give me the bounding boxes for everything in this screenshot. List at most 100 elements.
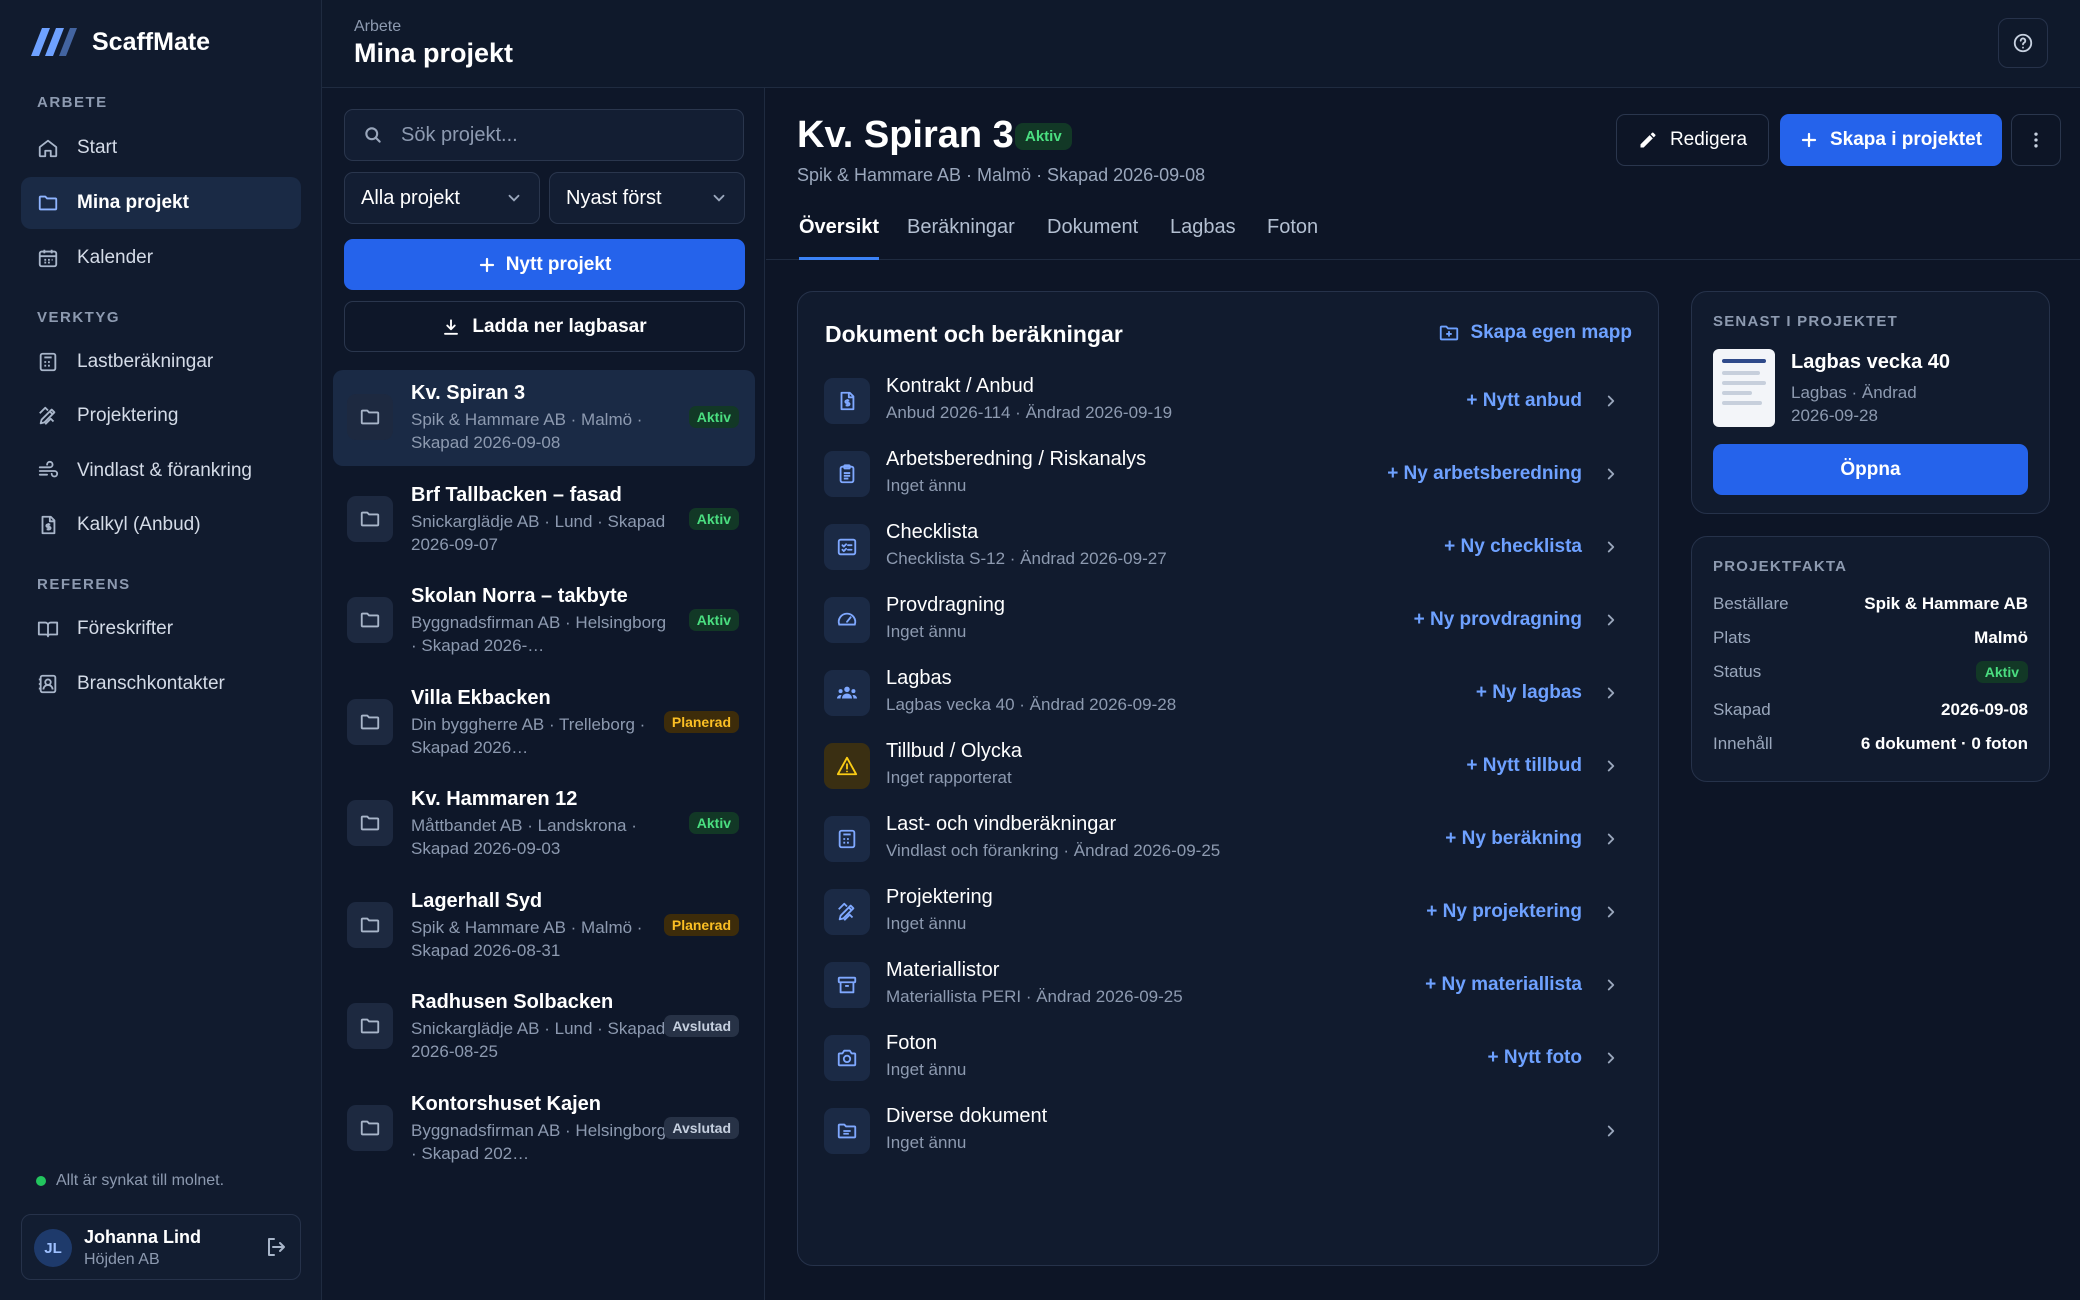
project-meta: Spik & Hammare AB · Malmö · Skapad 2026-…	[411, 917, 643, 960]
project-list-item[interactable]: Kontorshuset Kajen Byggnadsfirman AB · He…	[333, 1081, 755, 1177]
document-row-sub: Anbud 2026-114 · Ändrad 2026-09-19	[886, 403, 1173, 422]
project-name: Brf Tallbacken – fasad	[411, 483, 622, 506]
document-row[interactable]: Lagbas Lagbas vecka 40 · Ändrad 2026-09-2…	[812, 661, 1644, 729]
recent-name: Lagbas vecka 40	[1791, 351, 1950, 373]
logout-icon[interactable]	[264, 1235, 288, 1259]
document-row[interactable]: Projektering Inget ännu + Ny projektering	[812, 880, 1644, 948]
document-row-action[interactable]: + Ny beräkning	[1445, 828, 1582, 850]
help-icon	[2012, 32, 2034, 54]
document-row[interactable]: Diverse dokument Inget ännu	[812, 1099, 1644, 1167]
document-row[interactable]: Last- och vindberäkningar Vindlast och fö…	[812, 807, 1644, 875]
project-meta: Snickarglädje AB · Lund · Skapad 2026-09…	[411, 511, 666, 554]
document-row-action[interactable]: + Nytt foto	[1488, 1047, 1582, 1069]
document-row[interactable]: Kontrakt / Anbud Anbud 2026-114 · Ändrad …	[812, 369, 1644, 437]
status-badge: Avslutad	[664, 1015, 739, 1037]
nav-item-start[interactable]: Start	[21, 122, 301, 174]
fact-value: 2026-09-08	[1941, 700, 2028, 719]
chevron-right-icon	[1602, 830, 1620, 848]
nav-item-projektering[interactable]: Projektering	[21, 390, 301, 442]
nav-item-branschkontakter[interactable]: Branschkontakter	[21, 658, 301, 710]
new-project-label: Nytt projekt	[505, 253, 612, 275]
brand[interactable]: ScaffMate	[30, 26, 210, 58]
search-icon	[363, 125, 383, 145]
user-card[interactable]: JL Johanna Lind Höjden AB	[21, 1214, 301, 1280]
document-row-name: Materiallistor	[886, 959, 1000, 981]
project-list-item[interactable]: Lagerhall Syd Spik & Hammare AB · Malmö ·…	[333, 878, 755, 974]
project-name: Villa Ekbacken	[411, 686, 551, 709]
search-input[interactable]	[401, 123, 721, 147]
filter-value: Alla projekt	[361, 186, 460, 209]
document-row-action[interactable]: + Ny materiallista	[1425, 974, 1582, 996]
camera-icon	[824, 1035, 870, 1081]
document-row-name: Arbetsberedning / Riskanalys	[886, 448, 1147, 470]
nav-item-mina-projekt[interactable]: Mina projekt	[21, 177, 301, 229]
breadcrumb[interactable]: Arbete	[354, 18, 401, 36]
status-badge: Aktiv	[688, 507, 739, 530]
tab-lagbas[interactable]: Lagbas	[1170, 214, 1236, 260]
project-list-item[interactable]: Radhusen Solbacken Snickarglädje AB · Lun…	[333, 979, 755, 1075]
nav-section-referens: REFERENS	[37, 576, 131, 593]
document-row[interactable]: Checklista Checklista S-12 · Ändrad 2026-…	[812, 515, 1644, 583]
folder-icon	[347, 495, 393, 542]
tab-berakningar[interactable]: Beräkningar	[907, 214, 1015, 260]
tab-dokument[interactable]: Dokument	[1047, 214, 1138, 260]
edit-button[interactable]: Redigera	[1616, 114, 1769, 166]
chevron-right-icon	[1602, 611, 1620, 629]
nav-item-kalkyl[interactable]: Kalkyl (Anbud)	[21, 499, 301, 551]
logo-icon	[30, 26, 78, 58]
project-list-item[interactable]: Brf Tallbacken – fasad Snickarglädje AB ·…	[333, 472, 755, 568]
document-row[interactable]: Provdragning Inget ännu + Ny provdragning	[812, 588, 1644, 656]
document-row-name: Kontrakt / Anbud	[886, 375, 1034, 397]
nav-item-lastberakningar[interactable]: Lastberäkningar	[21, 336, 301, 388]
create-in-project-button[interactable]: Skapa i projektet	[1780, 114, 2002, 166]
document-row[interactable]: Arbetsberedning / Riskanalys Inget ännu + …	[812, 442, 1644, 510]
document-row-action[interactable]: + Nytt anbud	[1466, 390, 1582, 412]
nav-item-kalender[interactable]: Kalender	[21, 232, 301, 284]
sort-select[interactable]: Nyast först	[549, 172, 745, 224]
warning-icon	[824, 743, 870, 789]
pencil-icon	[1638, 130, 1658, 150]
filter-select[interactable]: Alla projekt	[344, 172, 540, 224]
clipboard-icon	[824, 451, 870, 497]
nav-item-label: Lastberäkningar	[77, 351, 214, 372]
document-row-action[interactable]: + Ny lagbas	[1476, 682, 1582, 704]
project-name: Kontorshuset Kajen	[411, 1092, 602, 1115]
document-row[interactable]: Tillbud / Olycka Inget rapporterat + Nytt …	[812, 734, 1644, 802]
gauge-icon	[824, 597, 870, 643]
help-button[interactable]	[1998, 18, 2048, 68]
project-name: Skolan Norra – takbyte	[411, 585, 628, 607]
document-row-action[interactable]: + Ny projektering	[1426, 901, 1582, 923]
document-row-action[interactable]: + Ny checklista	[1444, 536, 1582, 558]
create-folder-link[interactable]: Skapa egen mapp	[1438, 322, 1632, 344]
document-row[interactable]: Materiallistor Materiallista PERI · Ändra…	[812, 953, 1644, 1021]
project-list-item[interactable]: Skolan Norra – takbyte Byggnadsfirman AB …	[333, 573, 755, 669]
search-box[interactable]	[344, 109, 744, 161]
nav-item-vindlast[interactable]: Vindlast & förankring	[21, 445, 301, 497]
new-project-button[interactable]: Nytt projekt	[344, 239, 745, 290]
tab-foton[interactable]: Foton	[1267, 214, 1318, 260]
document-row-action[interactable]: + Ny provdragning	[1414, 609, 1582, 631]
project-list-item[interactable]: Kv. Hammaren 12 Måttbandet AB · Landskron…	[333, 776, 755, 872]
document-row-action[interactable]: + Nytt tillbud	[1466, 755, 1582, 777]
folder-icon	[347, 901, 393, 948]
document-row-sub: Inget ännu	[886, 1133, 967, 1152]
more-options-button[interactable]	[2011, 114, 2061, 166]
document-row-sub: Inget rapporterat	[886, 768, 1012, 787]
document-row-sub: Lagbas vecka 40 · Ändrad 2026-09-28	[886, 695, 1177, 714]
document-row-action[interactable]: + Ny arbetsberedning	[1387, 463, 1582, 485]
create-folder-label: Skapa egen mapp	[1470, 322, 1632, 343]
facts-label: PROJEKTFAKTA	[1713, 558, 1848, 575]
document-row-name: Checklista	[886, 521, 979, 543]
document-row[interactable]: Foton Inget ännu + Nytt foto	[812, 1026, 1644, 1094]
project-list-item[interactable]: Kv. Spiran 3 Spik & Hammare AB · Malmö · …	[333, 370, 755, 466]
project-meta: Byggnadsfirman AB · Helsingborg · Skapad…	[411, 613, 667, 655]
project-list-item[interactable]: Villa Ekbacken Din byggherre AB · Trelleb…	[333, 675, 755, 771]
contact-card-icon	[35, 671, 61, 697]
document-row-name: Foton	[886, 1032, 938, 1054]
tab-oversikt[interactable]: Översikt	[799, 214, 880, 260]
nav-item-foreskrifter[interactable]: Föreskrifter	[21, 603, 301, 655]
download-teams-button[interactable]: Ladda ner lagbasar	[344, 301, 745, 352]
archive-icon	[824, 962, 870, 1008]
chevron-right-icon	[1602, 976, 1620, 994]
open-button[interactable]: Öppna	[1713, 444, 2028, 495]
